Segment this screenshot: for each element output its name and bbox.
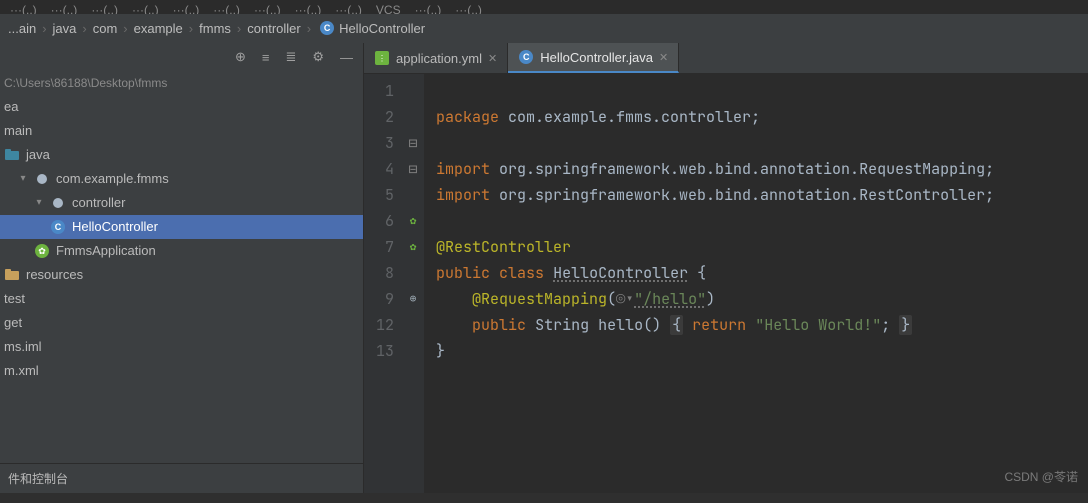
spring-gutter-icon: ✿ [402, 208, 424, 234]
spring-icon: ✿ [34, 243, 50, 259]
bottom-tool-tab[interactable]: 件和控制台 [0, 463, 363, 493]
tab-application-yml[interactable]: ⋮ application.yml ✕ [364, 43, 508, 73]
expand-all-icon[interactable]: ≡ [262, 50, 270, 65]
folder-icon [4, 147, 20, 163]
breadcrumb-item[interactable]: java [53, 21, 77, 36]
spring-gutter-icon: ✿ [402, 234, 424, 260]
tab-label: application.yml [396, 51, 482, 66]
menu-item[interactable]: ···(..) [415, 3, 442, 14]
menu-item[interactable]: ···(..) [254, 3, 281, 14]
editor-tabs: ⋮ application.yml ✕ C HelloController.ja… [364, 43, 1088, 74]
tab-hello-controller[interactable]: C HelloController.java ✕ [508, 43, 679, 73]
tree-label: java [26, 143, 50, 167]
statusbar [0, 493, 1088, 503]
code-content[interactable]: package com.example.fmms.controller; imp… [424, 74, 1006, 493]
tree-item-main[interactable]: main [0, 119, 363, 143]
tree-item-java[interactable]: java [0, 143, 363, 167]
class-icon: C [319, 20, 335, 36]
menu-item[interactable]: ···(..) [173, 3, 200, 14]
collapse-all-icon[interactable]: ≣ [285, 49, 296, 65]
tree-item-test[interactable]: test [0, 287, 363, 311]
tree-item-controller[interactable]: ▾ controller [0, 191, 363, 215]
menu-item[interactable]: ···(..) [10, 3, 37, 14]
tree-item-xml[interactable]: m.xml [0, 359, 363, 383]
code-editor[interactable]: 1 2 3 4 5 6 7 8 9 12 13 ⊟ ⊟ ✿ ✿ ⊕ [364, 74, 1088, 493]
resources-icon [4, 267, 20, 283]
menubar[interactable]: ···(..) ···(..) ···(..) ···(..) ···(..) … [0, 0, 1088, 14]
chevron-right-icon: › [237, 21, 241, 36]
project-sidebar: ⊕ ≡ ≣ ⚙ — C:\Users\86188\Desktop\fmms ea… [0, 43, 364, 493]
class-icon: C [518, 49, 534, 65]
menu-item[interactable]: ···(..) [132, 3, 159, 14]
chevron-down-icon: ▾ [34, 191, 44, 215]
tree-label: HelloController [72, 215, 158, 239]
chevron-right-icon: › [307, 21, 311, 36]
breadcrumb-item[interactable]: controller [247, 21, 300, 36]
sidebar-toolbar: ⊕ ≡ ≣ ⚙ — [0, 43, 363, 71]
web-gutter-icon: ⊕ [402, 286, 424, 312]
tree-item-hello-controller[interactable]: C HelloController [0, 215, 363, 239]
tree-label: resources [26, 263, 83, 287]
tree-item-iml[interactable]: ms.iml [0, 335, 363, 359]
breadcrumb-item[interactable]: fmms [199, 21, 231, 36]
close-icon[interactable]: ✕ [488, 52, 497, 65]
chevron-right-icon: › [189, 21, 193, 36]
chevron-right-icon: › [123, 21, 127, 36]
tab-label: HelloController.java [540, 50, 653, 65]
close-icon[interactable]: ✕ [659, 51, 668, 64]
tree-item[interactable]: ea [0, 95, 363, 119]
tree-label: FmmsApplication [56, 239, 156, 263]
menu-item[interactable]: VCS [376, 3, 401, 14]
project-path: C:\Users\86188\Desktop\fmms [0, 71, 363, 95]
tree-item-fmms-application[interactable]: ✿ FmmsApplication [0, 239, 363, 263]
yml-icon: ⋮ [374, 50, 390, 66]
breadcrumb-item[interactable]: com [93, 21, 118, 36]
gutter-marks: ⊟ ⊟ ✿ ✿ ⊕ [402, 74, 424, 493]
menu-item[interactable]: ···(..) [91, 3, 118, 14]
tree-item-get[interactable]: get [0, 311, 363, 335]
menu-item[interactable]: ···(..) [455, 3, 482, 14]
gear-icon[interactable]: ⚙ [312, 49, 324, 65]
tree-item-package[interactable]: ▾ com.example.fmms [0, 167, 363, 191]
class-icon: C [50, 219, 66, 235]
editor-area: ⋮ application.yml ✕ C HelloController.ja… [364, 43, 1088, 493]
breadcrumb-item[interactable]: ...ain [8, 21, 36, 36]
hide-icon[interactable]: — [340, 50, 353, 65]
watermark: CSDN @苓诺 [1004, 468, 1078, 485]
breadcrumb[interactable]: ...ain › java › com › example › fmms › c… [0, 14, 1088, 43]
menu-item[interactable]: ···(..) [51, 3, 78, 14]
breadcrumb-item[interactable]: example [134, 21, 183, 36]
package-icon [34, 171, 50, 187]
chevron-down-icon: ▾ [18, 167, 28, 191]
collapse-marker-icon: ⊟ [402, 156, 424, 182]
tree-item-resources[interactable]: resources [0, 263, 363, 287]
line-number-gutter: 1 2 3 4 5 6 7 8 9 12 13 [364, 74, 402, 493]
locate-icon[interactable]: ⊕ [235, 49, 246, 65]
project-tree[interactable]: C:\Users\86188\Desktop\fmms ea main java… [0, 71, 363, 463]
chevron-right-icon: › [42, 21, 46, 36]
package-icon [50, 195, 66, 211]
tree-label: controller [72, 191, 125, 215]
tree-label: com.example.fmms [56, 167, 169, 191]
menu-item[interactable]: ···(..) [335, 3, 362, 14]
menu-item[interactable]: ···(..) [213, 3, 240, 14]
chevron-right-icon: › [82, 21, 86, 36]
menu-item[interactable]: ···(..) [295, 3, 322, 14]
collapse-marker-icon: ⊟ [402, 130, 424, 156]
breadcrumb-item[interactable]: HelloController [339, 21, 425, 36]
